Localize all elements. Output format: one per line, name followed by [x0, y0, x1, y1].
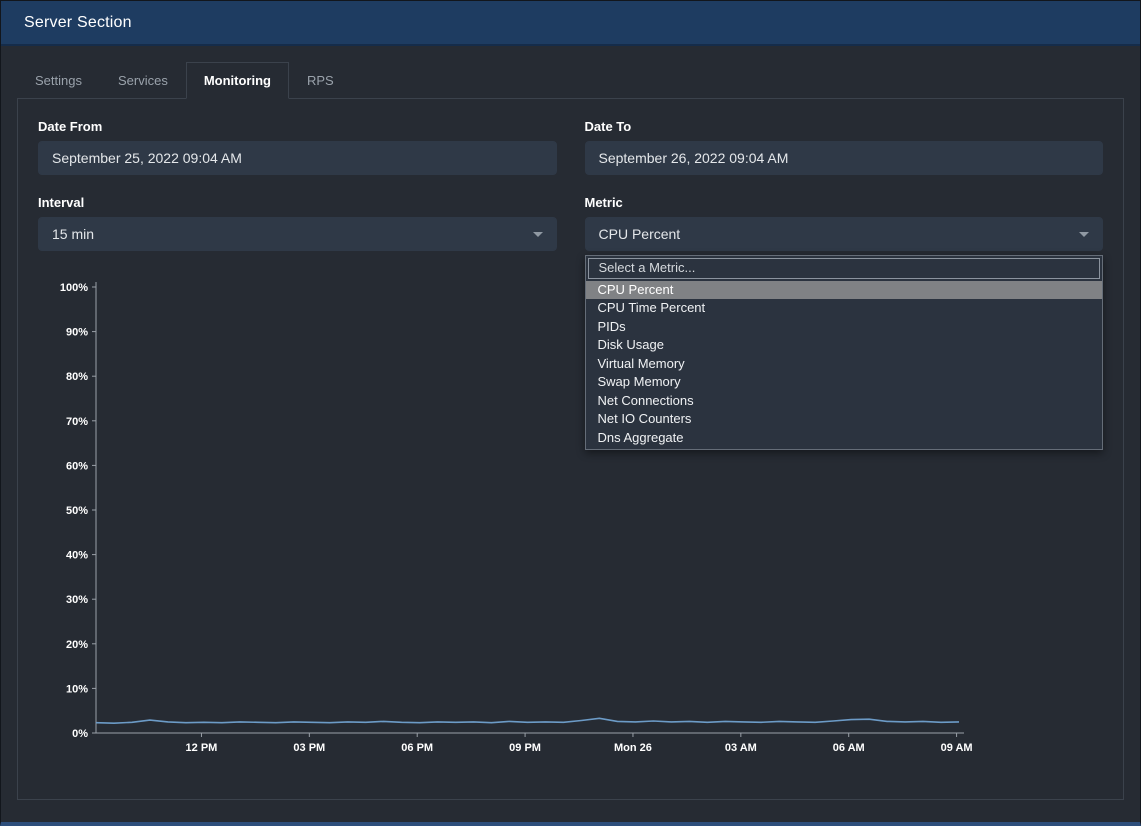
svg-text:12 PM: 12 PM	[186, 742, 218, 754]
svg-text:20%: 20%	[66, 639, 88, 651]
tab-services[interactable]: Services	[100, 62, 186, 99]
app-header: Server Section	[1, 1, 1140, 46]
date-from-label: Date From	[38, 119, 557, 134]
svg-text:09 AM: 09 AM	[941, 742, 973, 754]
svg-text:80%: 80%	[66, 371, 88, 383]
svg-text:Mon 26: Mon 26	[614, 742, 652, 754]
svg-text:03 AM: 03 AM	[725, 742, 757, 754]
date-to-input[interactable]	[585, 141, 1104, 175]
tab-monitoring[interactable]: Monitoring	[186, 62, 289, 99]
tab-bar: Settings Services Monitoring RPS	[17, 62, 1140, 99]
interval-label: Interval	[38, 195, 557, 210]
dropdown-option-dns-aggregate[interactable]: Dns Aggregate	[586, 429, 1103, 448]
date-to-label: Date To	[585, 119, 1104, 134]
dropdown-option-cpu-time-percent[interactable]: CPU Time Percent	[586, 299, 1103, 318]
svg-text:90%: 90%	[66, 327, 88, 339]
metric-select[interactable]: CPU Percent	[585, 217, 1104, 251]
monitoring-panel: Date From Date To Interval 15 min Metric…	[17, 98, 1124, 800]
interval-field: Interval 15 min	[38, 195, 557, 251]
interval-selected-value: 15 min	[52, 226, 94, 242]
metric-selected-value: CPU Percent	[599, 226, 681, 242]
svg-text:03 PM: 03 PM	[293, 742, 325, 754]
svg-text:70%: 70%	[66, 416, 88, 428]
svg-text:40%: 40%	[66, 550, 88, 562]
filter-form: Date From Date To Interval 15 min Metric…	[38, 119, 1103, 251]
date-to-field: Date To	[585, 119, 1104, 175]
svg-text:100%: 100%	[60, 282, 88, 294]
svg-text:06 PM: 06 PM	[401, 742, 433, 754]
dropdown-option-cpu-percent[interactable]: CPU Percent	[586, 281, 1103, 300]
metric-label: Metric	[585, 195, 1104, 210]
svg-text:30%: 30%	[66, 594, 88, 606]
svg-text:50%: 50%	[66, 505, 88, 517]
date-from-input[interactable]	[38, 141, 557, 175]
svg-text:06 AM: 06 AM	[833, 742, 865, 754]
tab-rps[interactable]: RPS	[289, 62, 352, 99]
interval-select[interactable]: 15 min	[38, 217, 557, 251]
dropdown-option-disk-usage[interactable]: Disk Usage	[586, 336, 1103, 355]
app-window: Server Section Settings Services Monitor…	[0, 0, 1141, 826]
svg-text:09 PM: 09 PM	[509, 742, 541, 754]
svg-text:60%: 60%	[66, 460, 88, 472]
chevron-down-icon	[1079, 232, 1089, 237]
date-from-field: Date From	[38, 119, 557, 175]
dropdown-option-net-io-counters[interactable]: Net IO Counters	[586, 410, 1103, 429]
svg-text:0%: 0%	[72, 728, 88, 740]
dropdown-prompt[interactable]: Select a Metric...	[588, 258, 1101, 279]
metric-dropdown: Select a Metric... CPU Percent CPU Time …	[585, 255, 1104, 450]
tab-settings[interactable]: Settings	[17, 62, 100, 99]
dropdown-option-net-connections[interactable]: Net Connections	[586, 392, 1103, 411]
chevron-down-icon	[533, 232, 543, 237]
dropdown-option-swap-memory[interactable]: Swap Memory	[586, 373, 1103, 392]
dropdown-option-pids[interactable]: PIDs	[586, 318, 1103, 337]
dropdown-option-virtual-memory[interactable]: Virtual Memory	[586, 355, 1103, 374]
svg-text:10%: 10%	[66, 683, 88, 695]
page-title: Server Section	[24, 14, 132, 32]
metric-field: Metric CPU Percent Select a Metric... CP…	[585, 195, 1104, 251]
